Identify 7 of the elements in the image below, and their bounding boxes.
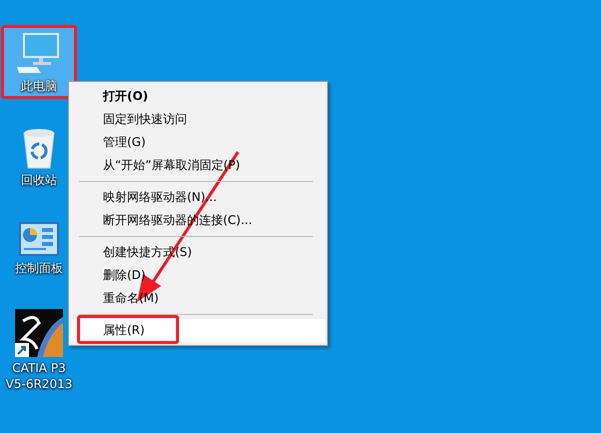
control-panel-icon xyxy=(18,221,60,257)
icon-label: CATIA P3 V5-6R2013 xyxy=(4,360,74,392)
app-shortcut-icon xyxy=(15,309,63,357)
recycle-bin-icon xyxy=(21,127,57,169)
icon-label: 回收站 xyxy=(21,172,57,188)
icon-label: 此电脑 xyxy=(21,78,57,94)
icon-label: 控制面板 xyxy=(15,260,63,276)
